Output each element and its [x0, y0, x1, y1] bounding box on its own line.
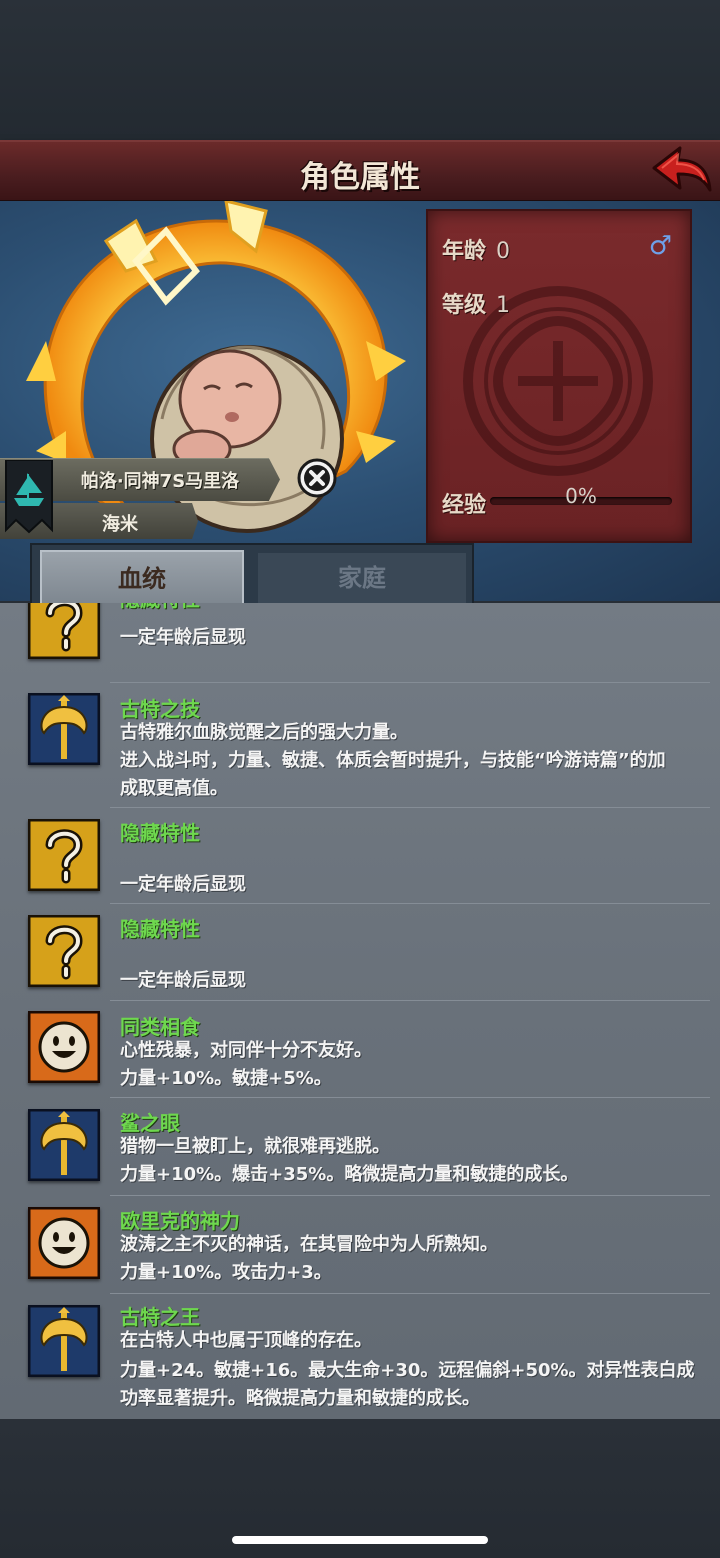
ship-banner-icon — [5, 460, 53, 534]
age-label: 年龄 — [442, 239, 487, 264]
exp-value: 0% — [565, 484, 597, 508]
status-area — [0, 0, 720, 140]
trait-name: 隐藏特性 — [120, 821, 200, 845]
question-icon — [28, 603, 100, 659]
trait-desc-line: 力量+10%。敏捷+5%。 — [120, 1068, 332, 1089]
trait-name: 同类相食 — [120, 1015, 200, 1039]
trait-desc-line: 猎物一旦被盯上，就很难再逃脱。 — [120, 1136, 390, 1157]
tab-bloodline[interactable]: 血统 — [40, 550, 244, 607]
trait-desc-line: 波涛之主不灭的神话，在其冒险中为人所熟知。 — [120, 1234, 498, 1255]
trait-desc-line: 一定年龄后显现 — [120, 874, 246, 895]
axe-icon — [28, 1305, 100, 1377]
question-icon — [28, 819, 100, 891]
level-value: 1 — [496, 293, 511, 318]
trait-desc-line: 功率显著提升。略微提高力量和敏捷的成长。 — [120, 1388, 480, 1409]
axe-icon — [28, 1109, 100, 1181]
level-row: 等级 1 — [442, 287, 510, 319]
exp-label: 经验 — [442, 493, 487, 518]
trait-name: 隐藏特性 — [120, 917, 200, 941]
trait-desc-line: 一定年龄后显现 — [120, 970, 246, 991]
stats-panel: 年龄 0 ♂ 等级 1 经验 0% — [426, 209, 692, 543]
smile-icon — [28, 1207, 100, 1279]
home-indicator[interactable] — [232, 1536, 488, 1544]
trait-name: 古特之王 — [120, 1305, 200, 1329]
trait-desc-line: 成取更高值。 — [120, 778, 228, 799]
trait-name: 鲨之眼 — [120, 1111, 180, 1135]
close-button[interactable] — [296, 457, 338, 499]
trait-desc-line: 力量+24。敏捷+16。最大生命+30。远程偏斜+50%。对异性表白成 — [120, 1360, 695, 1381]
close-icon — [297, 458, 337, 498]
title-bar: 角色属性 — [0, 140, 720, 203]
age-row: 年龄 0 — [442, 233, 510, 265]
tab-family[interactable]: 家庭 — [258, 553, 466, 603]
trait-name: 隐藏特性 — [120, 603, 200, 612]
trait-desc-line: 力量+10%。爆击+35%。略微提高力量和敏捷的成长。 — [120, 1164, 579, 1185]
back-arrow-icon — [652, 146, 712, 192]
character-name: 帕洛·同神7S马里洛 — [80, 471, 240, 492]
tab-bar: 血统 家庭 — [30, 543, 474, 607]
trait-desc-line: 在古特人中也属于顶峰的存在。 — [120, 1330, 372, 1351]
trait-name: 古特之技 — [120, 697, 200, 721]
exp-progress-bar: 0% — [490, 484, 672, 508]
trait-list[interactable]: 隐藏特性 一定年龄后显现 古特之技 古特雅尔血脉觉醒之后的强大力量。 进入战斗时… — [0, 603, 720, 1419]
trait-desc-line: 力量+10%。攻击力+3。 — [120, 1262, 332, 1283]
question-icon — [28, 915, 100, 987]
trait-desc-line: 心性残暴，对同伴十分不友好。 — [120, 1040, 372, 1061]
male-gender-icon: ♂ — [648, 231, 672, 261]
trait-desc-line: 一定年龄后显现 — [120, 627, 246, 648]
trait-desc-line: 古特雅尔血脉觉醒之后的强大力量。 — [120, 722, 408, 743]
trait-desc-line: 进入战斗时，力量、敏捷、体质会暂时提升，与技能“吟游诗篇”的加 — [120, 750, 666, 771]
character-sub-name: 海米 — [102, 514, 138, 535]
age-value: 0 — [496, 239, 511, 264]
smile-icon — [28, 1011, 100, 1083]
level-label: 等级 — [442, 293, 487, 318]
character-hero: 年龄 0 ♂ 等级 1 经验 0% 帕洛·同神7S马里洛 海米 — [0, 201, 720, 601]
page-title: 角色属性 — [300, 160, 420, 195]
trait-name: 欧里克的神力 — [120, 1209, 240, 1233]
back-button[interactable] — [650, 144, 712, 196]
axe-icon — [28, 693, 100, 765]
